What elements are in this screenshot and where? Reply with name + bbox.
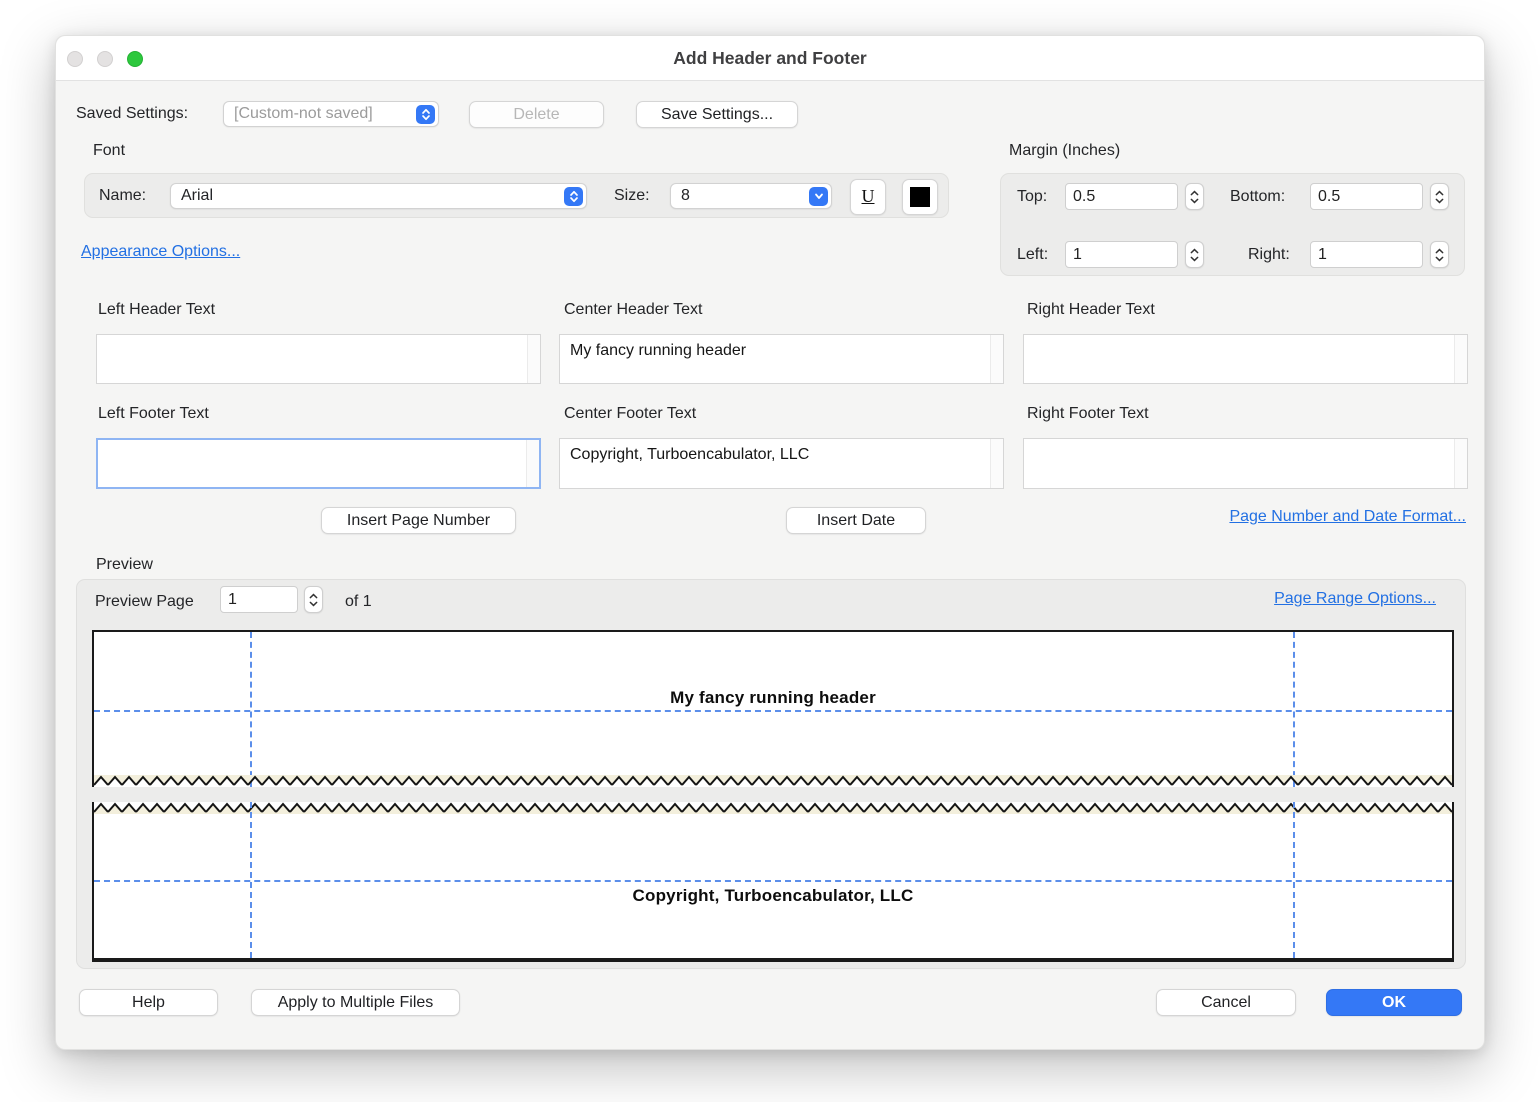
color-swatch (910, 187, 930, 207)
center-header-textarea-wrap: My fancy running header (559, 334, 1004, 384)
ok-button[interactable]: OK (1326, 989, 1462, 1016)
stepper-down-icon (1435, 198, 1444, 204)
chevron-down-icon (809, 187, 828, 206)
dialog-title: Add Header and Footer (56, 36, 1484, 81)
left-header-textarea[interactable] (97, 335, 527, 383)
stepper-up-icon (1190, 248, 1199, 254)
page-number-date-format-link[interactable]: Page Number and Date Format... (1229, 508, 1466, 526)
footer-margin-guide (94, 880, 1452, 882)
margin-right-label: Right: (1248, 246, 1290, 264)
page-range-options-link[interactable]: Page Range Options... (1274, 590, 1436, 608)
stepper-up-icon (1435, 190, 1444, 196)
font-size-value: 8 (671, 187, 809, 205)
stepper-down-icon (1190, 256, 1199, 262)
saved-settings-label: Saved Settings: (76, 105, 188, 123)
right-footer-textarea[interactable] (1024, 439, 1454, 488)
popup-chevrons-icon (564, 187, 583, 206)
center-footer-textarea-wrap: Copyright, Turboencabulator, LLC (559, 438, 1004, 489)
scrollbar-track[interactable] (990, 439, 1003, 488)
right-header-textarea[interactable] (1024, 335, 1454, 383)
help-button[interactable]: Help (79, 989, 218, 1016)
center-header-label: Center Header Text (564, 301, 702, 319)
preview-page-input[interactable] (220, 586, 298, 613)
margin-top-stepper[interactable] (1185, 183, 1204, 210)
delete-button[interactable]: Delete (469, 101, 604, 128)
right-header-textarea-wrap (1023, 334, 1468, 384)
save-settings-button[interactable]: Save Settings... (636, 101, 798, 128)
margin-bottom-stepper[interactable] (1430, 183, 1449, 210)
left-footer-textarea[interactable] (98, 440, 526, 487)
popup-chevrons-icon (416, 105, 435, 124)
margin-top-label: Top: (1017, 188, 1047, 206)
titlebar: Add Header and Footer (56, 36, 1484, 81)
torn-edge-icon (94, 802, 1452, 814)
preview-footer-text: Copyright, Turboencabulator, LLC (94, 886, 1452, 906)
font-section: Name: Arial Size: 8 U (84, 173, 949, 218)
scrollbar-track[interactable] (526, 440, 539, 487)
saved-settings-dropdown[interactable]: [Custom-not saved] (223, 101, 439, 127)
preview-section-label: Preview (96, 556, 153, 574)
font-name-value: Arial (171, 187, 564, 205)
stepper-down-icon (1435, 256, 1444, 262)
margin-bottom-input[interactable] (1310, 183, 1423, 210)
preview-page-top: My fancy running header (92, 630, 1454, 787)
header-margin-guide (94, 710, 1452, 712)
left-footer-label: Left Footer Text (98, 405, 209, 423)
underline-button[interactable]: U (850, 179, 886, 215)
left-header-textarea-wrap (96, 334, 541, 384)
torn-edge-icon (94, 775, 1452, 787)
font-size-label: Size: (614, 187, 650, 205)
right-footer-textarea-wrap (1023, 438, 1468, 489)
margin-bottom-label: Bottom: (1230, 188, 1285, 206)
right-footer-label: Right Footer Text (1027, 405, 1149, 423)
stepper-up-icon (1190, 190, 1199, 196)
margin-right-input[interactable] (1310, 241, 1423, 268)
add-header-footer-dialog: Add Header and Footer Saved Settings: [C… (55, 35, 1485, 1050)
right-header-label: Right Header Text (1027, 301, 1155, 319)
font-name-dropdown[interactable]: Arial (170, 183, 587, 209)
preview-header-text: My fancy running header (94, 688, 1452, 708)
font-section-label: Font (93, 142, 125, 160)
underline-glyph: U (862, 186, 875, 207)
left-footer-textarea-wrap (96, 438, 541, 489)
insert-page-number-button[interactable]: Insert Page Number (321, 507, 516, 534)
center-footer-textarea[interactable]: Copyright, Turboencabulator, LLC (560, 439, 990, 488)
preview-page-count: of 1 (345, 593, 372, 611)
apply-to-multiple-files-button[interactable]: Apply to Multiple Files (251, 989, 460, 1016)
margin-top-input[interactable] (1065, 183, 1178, 210)
margin-section: Top: Bottom: Left: Right: (1000, 173, 1465, 276)
saved-settings-value: [Custom-not saved] (224, 105, 416, 123)
left-header-label: Left Header Text (98, 301, 215, 319)
preview-page-stepper[interactable] (304, 586, 323, 613)
stepper-down-icon (1190, 198, 1199, 204)
scrollbar-track[interactable] (1454, 335, 1467, 383)
margin-left-label: Left: (1017, 246, 1048, 264)
insert-date-button[interactable]: Insert Date (786, 507, 926, 534)
margin-left-input[interactable] (1065, 241, 1178, 268)
stepper-up-icon (309, 593, 318, 599)
appearance-options-link[interactable]: Appearance Options... (81, 243, 240, 261)
preview-panel: Preview Page of 1 Page Range Options... … (76, 579, 1466, 969)
margin-left-stepper[interactable] (1185, 241, 1204, 268)
margin-right-stepper[interactable] (1430, 241, 1449, 268)
scrollbar-track[interactable] (1454, 439, 1467, 488)
preview-page-label: Preview Page (95, 593, 194, 611)
font-size-combo[interactable]: 8 (670, 183, 832, 209)
cancel-button[interactable]: Cancel (1156, 989, 1296, 1016)
scrollbar-track[interactable] (527, 335, 540, 383)
center-footer-label: Center Footer Text (564, 405, 696, 423)
scrollbar-track[interactable] (990, 335, 1003, 383)
margin-section-label: Margin (Inches) (1009, 142, 1120, 160)
font-name-label: Name: (99, 187, 146, 205)
stepper-up-icon (1435, 248, 1444, 254)
font-color-button[interactable] (902, 179, 938, 215)
preview-page-bottom: Copyright, Turboencabulator, LLC (92, 802, 1454, 962)
stepper-down-icon (309, 601, 318, 607)
center-header-textarea[interactable]: My fancy running header (560, 335, 990, 383)
